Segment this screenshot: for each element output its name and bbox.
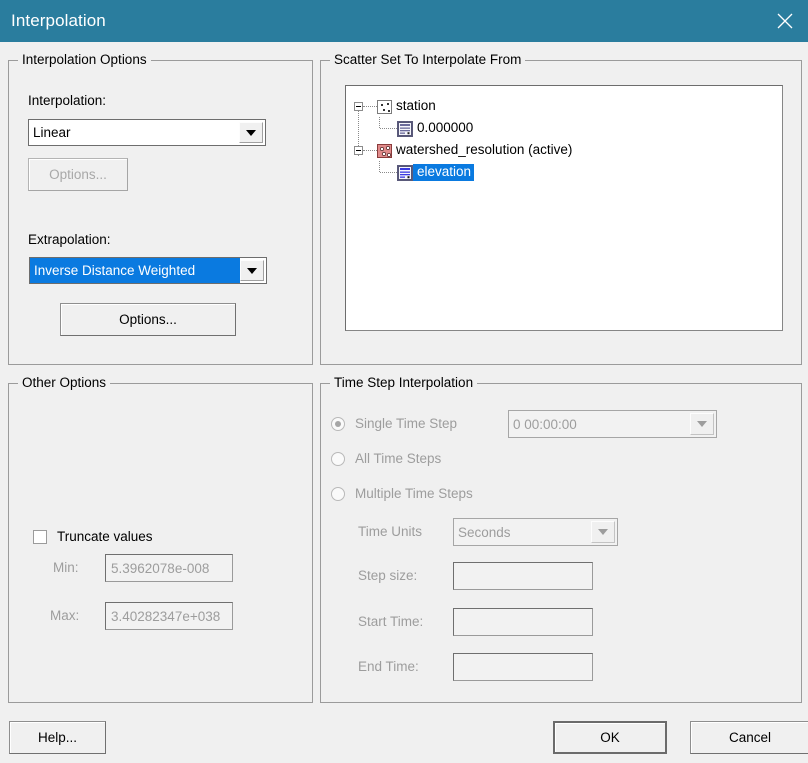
end-time-field[interactable]	[453, 653, 593, 681]
single-time-step-combo[interactable]: 0 00:00:00	[508, 410, 717, 438]
step-size-field[interactable]	[453, 562, 593, 590]
tree-item-watershed-resolution-label: watershed_resolution (active)	[396, 142, 573, 158]
tree-item-station-label: station	[396, 98, 436, 114]
time-units-label: Time Units	[358, 524, 423, 539]
cancel-button[interactable]: Cancel	[690, 721, 808, 754]
multiple-time-steps-radio[interactable]	[331, 487, 345, 501]
extrapolation-options-button-label: Options...	[119, 312, 177, 327]
interpolation-combo-value: Linear	[33, 125, 71, 140]
scatter-set-icon	[377, 99, 392, 114]
interpolation-options-button[interactable]: Options...	[28, 158, 128, 191]
start-time-field[interactable]	[453, 608, 593, 636]
collapse-icon[interactable]	[354, 102, 363, 111]
ok-button-label: OK	[600, 730, 620, 745]
tree-item-elevation[interactable]: elevation	[380, 162, 475, 183]
start-time-label: Start Time:	[358, 614, 424, 629]
scatter-set-active-icon	[377, 143, 392, 158]
cancel-button-label: Cancel	[728, 730, 772, 745]
extrapolation-combo-value: Inverse Distance Weighted	[30, 258, 240, 283]
min-label: Min:	[53, 560, 79, 575]
single-time-step-label: Single Time Step	[355, 416, 458, 431]
single-time-step-combo-value: 0 00:00:00	[513, 416, 577, 432]
interpolation-options-button-label: Options...	[49, 167, 107, 182]
chevron-down-icon[interactable]	[239, 122, 263, 143]
chevron-down-icon[interactable]	[690, 413, 714, 435]
multiple-time-steps-label: Multiple Time Steps	[355, 486, 473, 501]
tree-connector	[380, 127, 397, 130]
ok-button[interactable]: OK	[553, 721, 667, 754]
interpolation-label: Interpolation:	[28, 93, 107, 108]
tree-connector	[380, 171, 397, 174]
max-value-field[interactable]: 3.40282347e+038	[105, 602, 233, 630]
chevron-down-icon[interactable]	[240, 260, 264, 281]
truncate-values-checkbox[interactable]	[33, 530, 47, 544]
collapse-icon[interactable]	[354, 146, 363, 155]
interpolation-options-group-title: Interpolation Options	[18, 52, 151, 67]
tree-connector	[363, 149, 377, 152]
tree-item-station-dataset[interactable]: 0.000000	[380, 118, 476, 139]
max-value-text: 3.40282347e+038	[111, 608, 221, 624]
min-value-field[interactable]: 5.3962078e-008	[105, 554, 233, 582]
step-size-label: Step size:	[358, 568, 418, 583]
help-button[interactable]: Help...	[9, 721, 106, 754]
tree-connector	[363, 105, 377, 108]
tree-item-station[interactable]: station	[354, 96, 439, 117]
close-icon[interactable]	[762, 0, 808, 42]
time-units-combo[interactable]: Seconds	[453, 518, 618, 546]
min-value-text: 5.3962078e-008	[111, 560, 210, 576]
dataset-icon	[397, 120, 413, 137]
extrapolation-label: Extrapolation:	[28, 232, 111, 247]
scatter-set-group-title: Scatter Set To Interpolate From	[330, 52, 526, 67]
extrapolation-combo[interactable]: Inverse Distance Weighted	[29, 257, 267, 284]
all-time-steps-radio[interactable]	[331, 452, 345, 466]
time-step-interpolation-group-title: Time Step Interpolation	[330, 375, 478, 390]
max-label: Max:	[50, 608, 80, 623]
help-button-label: Help...	[37, 730, 78, 745]
extrapolation-options-button[interactable]: Options...	[60, 303, 236, 336]
window-title: Interpolation	[11, 11, 106, 30]
tree-item-elevation-label: elevation	[413, 164, 475, 181]
other-options-group: Other Options	[8, 375, 313, 703]
single-time-step-radio[interactable]	[331, 417, 345, 431]
tree-item-station-dataset-label: 0.000000	[417, 120, 474, 136]
chevron-down-icon[interactable]	[591, 521, 615, 543]
tree-item-watershed-resolution[interactable]: watershed_resolution (active)	[354, 140, 575, 161]
dataset-icon	[397, 164, 413, 181]
time-units-combo-value: Seconds	[458, 524, 511, 540]
window-title-bar: Interpolation	[0, 0, 808, 42]
all-time-steps-label: All Time Steps	[355, 451, 442, 466]
interpolation-combo[interactable]: Linear	[28, 119, 266, 146]
scatter-set-tree[interactable]: station 0.000000 watershed_resolution (a…	[345, 85, 783, 331]
other-options-group-title: Other Options	[18, 375, 111, 390]
end-time-label: End Time:	[358, 659, 419, 674]
truncate-values-label: Truncate values	[57, 529, 153, 544]
